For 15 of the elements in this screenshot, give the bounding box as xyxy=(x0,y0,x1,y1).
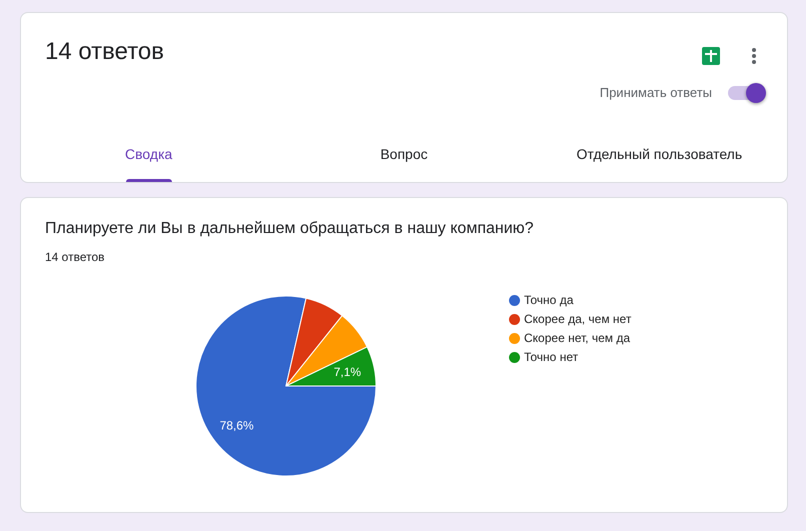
responses-title: 14 ответов xyxy=(45,37,164,67)
legend-label: Скорее да, чем нет xyxy=(524,312,632,326)
more-icon[interactable] xyxy=(751,47,757,65)
accept-responses-label: Принимать ответы xyxy=(600,85,712,100)
tab[interactable]: Вопрос xyxy=(276,142,532,182)
legend-label: Точно нет xyxy=(524,350,578,364)
spreadsheet-icon[interactable] xyxy=(702,47,720,65)
tab[interactable]: Отдельный пользователь xyxy=(532,142,787,182)
response-count: 14 ответов xyxy=(45,250,106,264)
percent-label: 7,1% xyxy=(334,364,362,379)
question-title: Планируете ли Вы в дальнейшем обращаться в нашу компанию? xyxy=(45,220,535,238)
tab[interactable]: Сводка xyxy=(21,142,276,182)
percent-label: 78,6% xyxy=(220,418,254,432)
legend-label: Точно да xyxy=(524,293,574,307)
legend-label: Скорее нет, чем да xyxy=(524,331,630,345)
